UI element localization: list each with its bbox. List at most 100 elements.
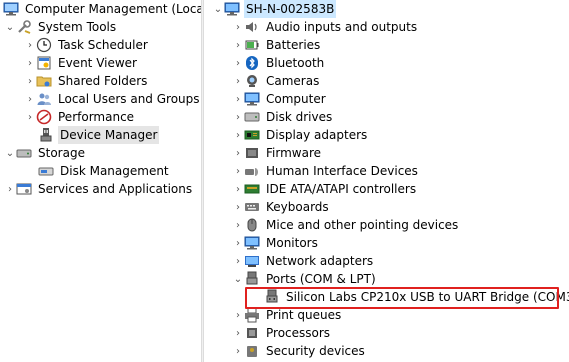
tree-item-storage[interactable]: ⌄ Storage (4, 144, 87, 162)
tree-item-label: Monitors (266, 236, 318, 250)
tree-item-label: Firmware (266, 146, 321, 160)
tree-category-processors[interactable]: › Processors (232, 324, 332, 342)
tree-category-disk-drives[interactable]: › Disk drives (232, 108, 334, 126)
tree-item-local-users-groups[interactable]: › Local Users and Groups (24, 90, 201, 108)
chevron-right-icon[interactable]: › (24, 36, 36, 54)
tree-item-label: SH-N-002583B (244, 0, 337, 18)
chevron-right-icon[interactable]: › (232, 36, 244, 54)
users-icon (36, 91, 52, 107)
chevron-right-icon[interactable]: › (232, 162, 244, 180)
chevron-right-icon[interactable]: › (232, 216, 244, 234)
tree-item-device-manager[interactable]: Device Manager (36, 126, 160, 144)
clock-icon (36, 37, 52, 53)
tree-category-monitors[interactable]: › Monitors (232, 234, 320, 252)
tree-item-label: Bluetooth (266, 56, 325, 70)
tree-category-human-interface-devices[interactable]: › Human Interface Devices (232, 162, 420, 180)
chevron-down-icon[interactable]: ⌄ (212, 0, 224, 18)
chevron-right-icon[interactable]: › (232, 180, 244, 198)
tree-category-security-devices[interactable]: › Security devices (232, 342, 367, 360)
tree-item-label: Services and Applications (38, 182, 193, 196)
chevron-right-icon[interactable]: › (232, 126, 244, 144)
tree-category-network-adapters[interactable]: › Network adapters (232, 252, 375, 270)
chevron-right-icon[interactable]: › (232, 252, 244, 270)
bluetooth-icon (244, 55, 260, 71)
tree-item-label: Cameras (266, 74, 320, 88)
tree-item-system-tools[interactable]: ⌄ System Tools (4, 18, 118, 36)
chevron-right-icon[interactable]: › (232, 144, 244, 162)
services-icon (16, 181, 32, 197)
tree-item-label: Disk drives (266, 110, 333, 124)
chevron-right-icon[interactable]: › (232, 108, 244, 126)
disk-drive-icon (244, 109, 260, 125)
chevron-right-icon[interactable]: › (232, 306, 244, 324)
chevron-down-icon[interactable]: ⌄ (232, 270, 244, 288)
chevron-right-icon[interactable]: › (4, 180, 16, 198)
tree-item-label: IDE ATA/ATAPI controllers (266, 182, 417, 196)
tree-category-mice-and-other-pointing-devices[interactable]: › Mice and other pointing devices (232, 216, 460, 234)
tree-category-ports-com-lpt[interactable]: ⌄ Ports (COM & LPT) (232, 270, 378, 288)
chevron-right-icon[interactable]: › (232, 54, 244, 72)
processor-icon (244, 325, 260, 341)
tree-category-computer[interactable]: › Computer (232, 90, 328, 108)
chevron-right-icon[interactable]: › (232, 72, 244, 90)
tree-item-label: Audio inputs and outputs (266, 20, 418, 34)
chevron-right-icon[interactable]: › (232, 198, 244, 216)
tree-item-label: Computer Management (Local) (25, 2, 201, 16)
tree-item-services-apps[interactable]: › Services and Applications (4, 180, 194, 198)
chevron-right-icon[interactable]: › (24, 108, 36, 126)
event-viewer-icon (36, 55, 52, 71)
computer-management-icon (3, 1, 19, 17)
tree-category-display-adapters[interactable]: › Display adapters (232, 126, 369, 144)
chevron-right-icon[interactable]: › (24, 90, 36, 108)
disk-management-icon (38, 163, 54, 179)
console-tree-pane[interactable]: Computer Management (Local) ⌄ System Too… (0, 0, 201, 362)
tree-category-firmware[interactable]: › Firmware (232, 144, 323, 162)
tree-item-label: Ports (COM & LPT) (266, 272, 376, 286)
computer-icon (224, 1, 240, 17)
tree-item-label: Event Viewer (58, 56, 137, 70)
device-manager-icon (38, 127, 54, 143)
tree-category-ide-ata-atapi-controllers[interactable]: › IDE ATA/ATAPI controllers (232, 180, 418, 198)
shared-folder-icon (36, 73, 52, 89)
performance-icon (36, 109, 52, 125)
tree-item-computer-root[interactable]: ⌄ SH-N-002583B (212, 0, 337, 18)
chevron-down-icon[interactable]: ⌄ (4, 18, 16, 36)
tree-item-label: System Tools (38, 20, 117, 34)
tree-item-label: Mice and other pointing devices (266, 218, 459, 232)
tree-item-performance[interactable]: › Performance (24, 108, 136, 126)
tree-item-event-viewer[interactable]: › Event Viewer (24, 54, 139, 72)
tree-category-batteries[interactable]: › Batteries (232, 36, 322, 54)
chevron-right-icon[interactable]: › (24, 72, 36, 90)
mouse-icon (244, 217, 260, 233)
chevron-right-icon[interactable]: › (232, 234, 244, 252)
chevron-right-icon[interactable]: › (24, 54, 36, 72)
display-adapter-icon (244, 127, 260, 143)
tree-item-shared-folders[interactable]: › Shared Folders (24, 72, 149, 90)
keyboard-icon (244, 199, 260, 215)
tree-item-label: Batteries (266, 38, 321, 52)
tree-item-disk-management[interactable]: Disk Management (36, 162, 171, 180)
tree-category-audio-inputs-and-outputs[interactable]: › Audio inputs and outputs (232, 18, 419, 36)
chevron-down-icon[interactable]: ⌄ (4, 144, 16, 162)
tree-item-computer-management[interactable]: Computer Management (Local) (0, 0, 201, 18)
storage-icon (16, 145, 32, 161)
chevron-right-icon[interactable]: › (232, 18, 244, 36)
tree-item-label: Local Users and Groups (58, 92, 200, 106)
camera-icon (244, 73, 260, 89)
speaker-icon (244, 19, 260, 35)
tree-item-label: Display adapters (266, 128, 368, 142)
tools-icon (16, 19, 32, 35)
tree-item-label: Disk Management (60, 164, 169, 178)
tree-item-label: Task Scheduler (58, 38, 148, 52)
chevron-right-icon[interactable]: › (232, 342, 244, 360)
tree-category-bluetooth[interactable]: › Bluetooth (232, 54, 326, 72)
chevron-right-icon[interactable]: › (232, 324, 244, 342)
tree-category-keyboards[interactable]: › Keyboards (232, 198, 331, 216)
printer-icon (244, 307, 260, 323)
chevron-right-icon[interactable]: › (232, 90, 244, 108)
tree-category-cameras[interactable]: › Cameras (232, 72, 321, 90)
tree-item-label: Device Manager (58, 126, 160, 144)
monitor-icon (244, 91, 260, 107)
monitor-icon (244, 235, 260, 251)
tree-item-task-scheduler[interactable]: › Task Scheduler (24, 36, 150, 54)
